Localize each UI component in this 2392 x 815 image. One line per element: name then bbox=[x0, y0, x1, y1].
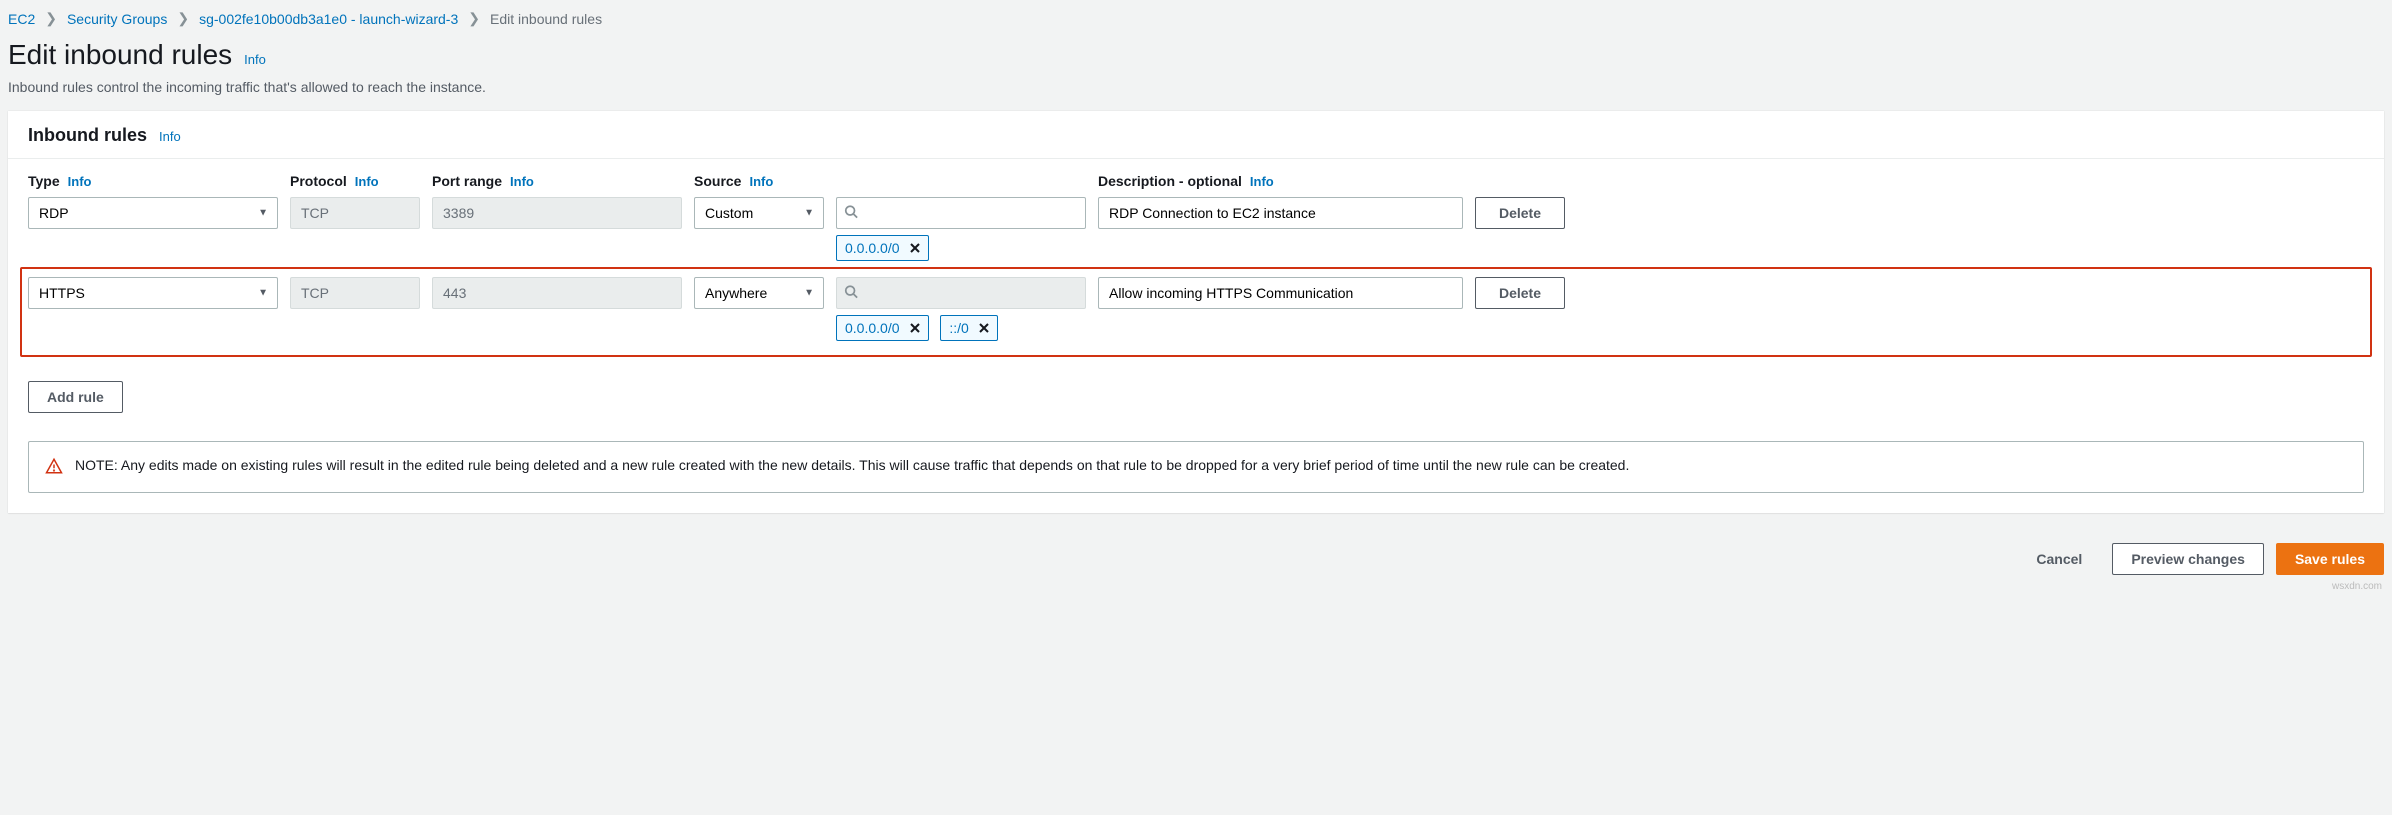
chevron-right-icon: ❯ bbox=[45, 10, 57, 27]
delete-button[interactable]: Delete bbox=[1475, 277, 1565, 309]
source-mode-select[interactable]: Anywhere bbox=[694, 277, 824, 309]
type-select[interactable]: HTTPS bbox=[28, 277, 278, 309]
protocol-field bbox=[290, 197, 420, 229]
header-description-info[interactable]: Info bbox=[1250, 174, 1274, 189]
cidr-value: 0.0.0.0/0 bbox=[845, 240, 900, 256]
cidr-tag: ::/0 bbox=[940, 315, 997, 341]
warning-alert: NOTE: Any edits made on existing rules w… bbox=[28, 441, 2364, 493]
port-field bbox=[432, 277, 682, 309]
cidr-value: 0.0.0.0/0 bbox=[845, 320, 900, 336]
header-port: Port range Info bbox=[432, 173, 682, 189]
save-rules-button[interactable]: Save rules bbox=[2276, 543, 2384, 575]
credit-text: wsxdn.com bbox=[0, 581, 2392, 592]
cidr-tag: 0.0.0.0/0 bbox=[836, 315, 929, 341]
page-info-link[interactable]: Info bbox=[244, 52, 266, 67]
rule-highlight-box: HTTPS ▼ Anywhere ▼ bbox=[20, 267, 2372, 357]
breadcrumb-ec2[interactable]: EC2 bbox=[8, 11, 35, 27]
header-protocol: Protocol Info bbox=[290, 173, 420, 189]
header-source-label: Source bbox=[694, 173, 741, 189]
chevron-right-icon: ❯ bbox=[468, 10, 480, 27]
header-port-label: Port range bbox=[432, 173, 502, 189]
cidr-value: ::/0 bbox=[949, 320, 968, 336]
panel-info-link[interactable]: Info bbox=[159, 129, 181, 144]
source-search-input bbox=[836, 277, 1086, 309]
header-port-info[interactable]: Info bbox=[510, 174, 534, 189]
breadcrumb-sg-detail[interactable]: sg-002fe10b00db3a1e0 - launch-wizard-3 bbox=[199, 11, 458, 27]
header-source-info[interactable]: Info bbox=[749, 174, 773, 189]
breadcrumb-current: Edit inbound rules bbox=[490, 11, 602, 27]
breadcrumb-security-groups[interactable]: Security Groups bbox=[67, 11, 167, 27]
add-rule-button[interactable]: Add rule bbox=[28, 381, 123, 413]
search-icon bbox=[844, 205, 858, 222]
rule-row: HTTPS ▼ Anywhere ▼ bbox=[28, 277, 2364, 309]
description-input[interactable] bbox=[1098, 277, 1463, 309]
delete-button[interactable]: Delete bbox=[1475, 197, 1565, 229]
header-type-label: Type bbox=[28, 173, 60, 189]
header-description: Description - optional Info bbox=[1098, 173, 1463, 189]
source-search-input[interactable] bbox=[836, 197, 1086, 229]
header-description-label: Description - optional bbox=[1098, 173, 1242, 189]
inbound-rules-panel: Inbound rules Info Type Info Protocol In… bbox=[8, 111, 2384, 513]
rule-row: RDP ▼ Custom ▼ Delete bbox=[28, 197, 2364, 229]
remove-cidr-icon[interactable] bbox=[910, 243, 920, 253]
port-field bbox=[432, 197, 682, 229]
header-protocol-info[interactable]: Info bbox=[355, 174, 379, 189]
search-icon bbox=[844, 285, 858, 302]
page-header: Edit inbound rules Info Inbound rules co… bbox=[0, 35, 2392, 111]
cancel-button[interactable]: Cancel bbox=[2018, 543, 2100, 575]
header-type-info[interactable]: Info bbox=[68, 174, 92, 189]
source-mode-select[interactable]: Custom bbox=[694, 197, 824, 229]
breadcrumb: EC2 ❯ Security Groups ❯ sg-002fe10b00db3… bbox=[0, 0, 2392, 35]
protocol-field bbox=[290, 277, 420, 309]
header-source: Source Info bbox=[694, 173, 824, 189]
header-type: Type Info bbox=[28, 173, 278, 189]
header-protocol-label: Protocol bbox=[290, 173, 347, 189]
cidr-row: 0.0.0.0/0 bbox=[28, 235, 2364, 261]
description-input[interactable] bbox=[1098, 197, 1463, 229]
warning-icon bbox=[45, 457, 63, 478]
remove-cidr-icon[interactable] bbox=[910, 323, 920, 333]
footer-actions: Cancel Preview changes Save rules bbox=[0, 531, 2392, 581]
type-select[interactable]: RDP bbox=[28, 197, 278, 229]
page-description: Inbound rules control the incoming traff… bbox=[8, 79, 2384, 95]
cidr-row: 0.0.0.0/0 ::/0 bbox=[28, 315, 2364, 341]
panel-title: Inbound rules bbox=[28, 125, 147, 146]
remove-cidr-icon[interactable] bbox=[979, 323, 989, 333]
column-headers: Type Info Protocol Info Port range Info … bbox=[28, 173, 2364, 189]
cidr-tag: 0.0.0.0/0 bbox=[836, 235, 929, 261]
alert-text: NOTE: Any edits made on existing rules w… bbox=[75, 456, 1629, 476]
preview-changes-button[interactable]: Preview changes bbox=[2112, 543, 2264, 575]
page-title: Edit inbound rules bbox=[8, 39, 232, 71]
chevron-right-icon: ❯ bbox=[177, 10, 189, 27]
